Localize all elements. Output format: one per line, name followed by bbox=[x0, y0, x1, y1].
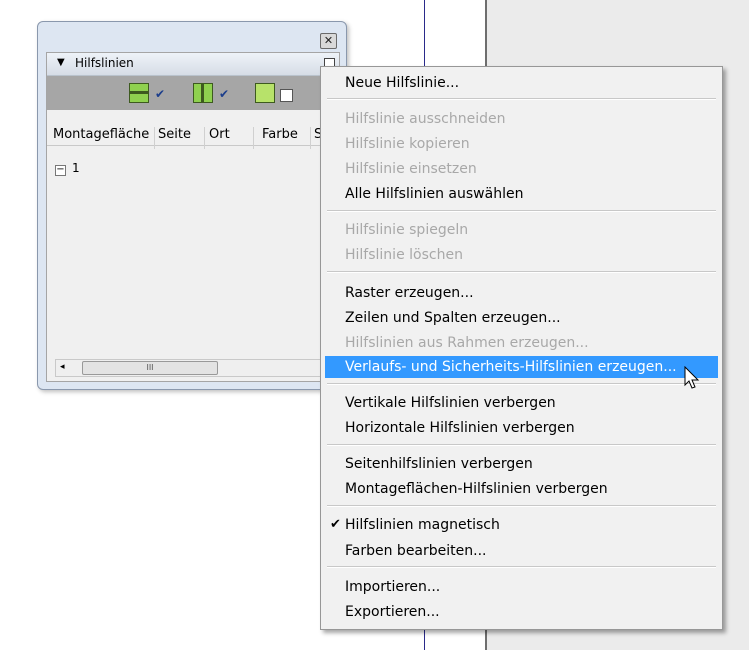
column-header[interactable]: Seite bbox=[158, 127, 191, 142]
collapse-tree-icon[interactable]: − bbox=[55, 165, 66, 176]
menu-item-hide-page-guides[interactable]: Seitenhilfslinien verbergen bbox=[325, 453, 718, 475]
scroll-left-icon[interactable]: ◂ bbox=[60, 362, 65, 372]
guides-context-menu: Neue Hilfslinie... Hilfslinie ausschneid… bbox=[320, 66, 723, 630]
menu-item-hide-horizontal-guides[interactable]: Horizontale Hilfslinien verbergen bbox=[325, 417, 718, 439]
vertical-guides-icon[interactable] bbox=[193, 83, 213, 103]
menu-item-new-guide[interactable]: Neue Hilfslinie... bbox=[325, 72, 718, 94]
column-headers: Montagefläche Seite Ort Farbe S bbox=[47, 123, 339, 149]
panel-title: Hilfslinien bbox=[75, 56, 134, 70]
column-header[interactable]: Farbe bbox=[262, 127, 298, 142]
guides-panel: ▼ Hilfslinien ✔ ✔ Montagefläche Seite Or… bbox=[46, 52, 340, 382]
check-icon: ✔ bbox=[330, 517, 341, 532]
menu-item-import[interactable]: Importieren... bbox=[325, 576, 718, 598]
menu-item-create-grid[interactable]: Raster erzeugen... bbox=[325, 282, 718, 304]
guides-palette-window: ✕ ▼ Hilfslinien ✔ ✔ Montagefläche Seite … bbox=[37, 21, 347, 390]
menu-item-delete-guide: Hilfslinie löschen bbox=[345, 247, 463, 263]
horizontal-guides-icon[interactable] bbox=[129, 83, 149, 103]
tree-row[interactable]: −1 bbox=[55, 161, 80, 176]
menu-item-export[interactable]: Exportieren... bbox=[325, 601, 718, 623]
mouse-cursor-icon bbox=[684, 366, 700, 389]
collapse-icon[interactable]: ▼ bbox=[57, 57, 65, 68]
menu-item-hide-vertical-guides[interactable]: Vertikale Hilfslinien verbergen bbox=[325, 392, 718, 414]
column-header[interactable]: Ort bbox=[209, 127, 230, 142]
menu-item-select-all-guides[interactable]: Alle Hilfslinien auswählen bbox=[325, 183, 718, 205]
tree-item-label: 1 bbox=[72, 161, 80, 175]
panel-toolbar: ✔ ✔ bbox=[47, 76, 339, 110]
menu-item-create-rows-columns[interactable]: Zeilen und Spalten erzeugen... bbox=[325, 307, 718, 329]
snap-guides-checkbox[interactable] bbox=[280, 89, 293, 102]
column-header[interactable]: Montagefläche bbox=[53, 127, 149, 142]
scroll-thumb[interactable]: III bbox=[82, 361, 218, 375]
menu-item-bleed-safety-guides[interactable]: Verlaufs- und Sicherheits-Hilfslinien er… bbox=[325, 356, 718, 378]
snap-guides-icon[interactable] bbox=[255, 83, 275, 103]
menu-item-paste-guide: Hilfslinie einsetzen bbox=[345, 161, 477, 177]
menu-item-hide-pasteboard-guides[interactable]: Montageflächen-Hilfslinien verbergen bbox=[325, 478, 718, 500]
panel-header[interactable]: ▼ Hilfslinien bbox=[47, 53, 339, 76]
close-icon[interactable]: ✕ bbox=[320, 33, 337, 49]
menu-item-mirror-guide: Hilfslinie spiegeln bbox=[345, 222, 469, 238]
menu-item-edit-colors[interactable]: Farben bearbeiten... bbox=[325, 540, 718, 562]
menu-item-copy-guide: Hilfslinie kopieren bbox=[345, 136, 470, 152]
menu-item-cut-guide: Hilfslinie ausschneiden bbox=[345, 111, 506, 127]
vertical-guides-checkbox[interactable]: ✔ bbox=[219, 88, 231, 100]
horizontal-guides-checkbox[interactable]: ✔ bbox=[155, 88, 167, 100]
menu-item-snap-to-guides[interactable]: ✔ Hilfslinien magnetisch bbox=[325, 514, 718, 536]
menu-item-guides-from-frame: Hilfslinien aus Rahmen erzeugen... bbox=[345, 335, 589, 351]
horizontal-scrollbar[interactable]: ◂ III bbox=[55, 359, 329, 377]
